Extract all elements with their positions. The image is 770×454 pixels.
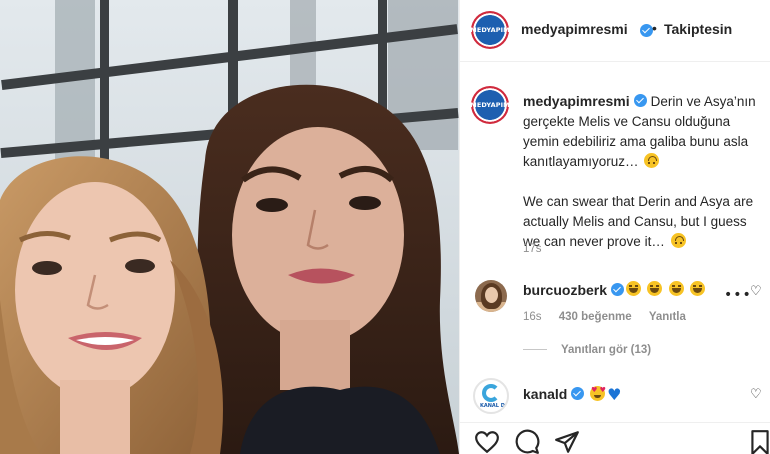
heart-eyes-face-icon: [590, 386, 606, 401]
grinning-squinting-face-icon: [668, 281, 684, 296]
commenter-avatar[interactable]: [475, 280, 507, 312]
post-image[interactable]: [0, 0, 459, 454]
comment-username[interactable]: kanald: [523, 386, 567, 402]
avatar-face: [485, 287, 498, 303]
post-action-bar: [460, 422, 770, 454]
paper-plane-icon[interactable]: [554, 429, 580, 454]
comment-likes[interactable]: 430 beğenme: [559, 311, 632, 323]
grinning-squinting-face-icon: [647, 281, 663, 296]
caption-en-paragraph: We can swear that Derin and Asya are act…: [523, 192, 759, 252]
upside-down-face-icon: [670, 233, 686, 248]
avatar-logo-text: MEDYAPIM: [470, 26, 510, 34]
caption-username[interactable]: medyapimresmi: [523, 93, 630, 109]
caption-en-text: We can swear that Derin and Asya are act…: [523, 194, 754, 249]
comment-like-icon[interactable]: ♡: [750, 284, 762, 299]
view-replies-button[interactable]: Yanıtları gör (13): [523, 344, 651, 356]
kanald-logo-icon: [482, 384, 500, 402]
heart-outline-icon[interactable]: [474, 429, 500, 454]
comment-text: [624, 281, 706, 299]
verified-badge-icon: [633, 94, 647, 107]
comments-scroll-area[interactable]: MEDYAPIM medyapimresmi Derin ve Asya’nın …: [460, 62, 770, 422]
caption-timestamp[interactable]: 17s: [523, 243, 542, 255]
reply-button[interactable]: Yanıtla: [649, 311, 686, 323]
avatar-logo-text: MEDYAPIM: [470, 101, 510, 109]
account-avatar[interactable]: MEDYAPIM: [470, 11, 510, 49]
comment-like-icon[interactable]: ♡: [750, 387, 762, 402]
separator-dot: •: [652, 20, 657, 36]
blue-heart-icon: ♥: [607, 385, 622, 404]
caption-avatar[interactable]: MEDYAPIM: [470, 86, 510, 124]
comment-author: kanald ♥: [523, 385, 621, 404]
header-username[interactable]: medyapimresmi: [521, 21, 628, 37]
avatar-logo-text: KANAL D: [480, 403, 505, 409]
following-status[interactable]: Takiptesin: [664, 21, 732, 37]
comment-bubble-icon[interactable]: [514, 429, 540, 454]
bookmark-icon[interactable]: [747, 429, 770, 454]
caption-tr-paragraph: medyapimresmi Derin ve Asya’nın gerçekte …: [523, 91, 759, 172]
verified-badge-icon: [571, 387, 585, 400]
comment-time[interactable]: 16s: [523, 311, 542, 323]
commenter-avatar[interactable]: KANAL D: [473, 378, 509, 414]
post-photo-drawing: [0, 0, 459, 454]
verified-badge-icon: [611, 283, 625, 296]
comment-author: burcuozberk: [523, 282, 625, 298]
post-side-panel: MEDYAPIM medyapimresmi • Takiptesin MEDY…: [459, 0, 770, 454]
caption-body: medyapimresmi Derin ve Asya’nın gerçekte …: [523, 91, 759, 252]
post-header: MEDYAPIM medyapimresmi • Takiptesin: [460, 0, 770, 62]
comment-username[interactable]: burcuozberk: [523, 282, 607, 298]
grinning-squinting-face-icon: [690, 281, 706, 296]
grinning-squinting-face-icon: [626, 281, 641, 296]
comment-meta: 16s 430 beğenme Yanıtla: [523, 311, 700, 323]
upside-down-face-icon: [644, 153, 660, 168]
more-horizontal-icon[interactable]: •••: [724, 287, 752, 303]
